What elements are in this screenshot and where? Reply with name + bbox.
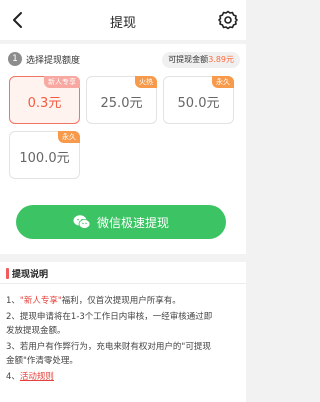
balance-amount: 3.89元 [208, 55, 234, 64]
activity-rules-link[interactable]: 活动规则 [20, 372, 54, 382]
wechat-withdraw-label: 微信极速提现 [97, 216, 170, 230]
gear-icon [218, 10, 238, 30]
wechat-withdraw-button[interactable]: 微信极速提现 [16, 205, 226, 239]
amount-option-25[interactable]: 火热 25.0元 [86, 76, 157, 124]
option-value: 50.0元 [177, 96, 220, 111]
new-user-highlight: "新人专享" [19, 296, 62, 306]
top-bar: 提现 [0, 0, 246, 40]
instruction-line-4: 4、活动规则 [6, 372, 54, 382]
instruction-line-3b: 金额"作清零处理。 [6, 356, 78, 366]
step-number-badge: 1 [8, 52, 22, 66]
option-value: 0.3元 [27, 96, 62, 111]
section-accent-bar [6, 268, 9, 279]
option-tag: 新人专享 [44, 76, 80, 88]
option-value: 25.0元 [100, 96, 143, 111]
step-row: 1 选择提现额度 可提现金额3.89元 [8, 52, 240, 68]
withdraw-instructions-panel: 提现说明 1、"新人专享"福利，仅首次提现用户所享有。 2、提现申请将在1-3个… [0, 262, 246, 402]
instruction-line-1: 1、"新人专享"福利，仅首次提现用户所享有。 [6, 296, 181, 306]
instructions-header: 提现说明 [0, 262, 246, 284]
settings-button[interactable] [216, 8, 240, 32]
amount-option-100[interactable]: 永久 100.0元 [9, 131, 80, 179]
option-tag: 火热 [135, 76, 157, 88]
instruction-line-3a: 3、若用户有作弊行为，充电来财有权对用户的"可提现 [6, 342, 211, 352]
option-tag: 永久 [58, 131, 80, 143]
available-balance: 可提现金额3.89元 [162, 52, 240, 68]
option-tag: 永久 [212, 76, 234, 88]
instructions-title: 提现说明 [12, 270, 49, 280]
page-title: 提现 [109, 16, 136, 31]
amount-option-0-3[interactable]: 新人专享 0.3元 [9, 76, 80, 124]
instruction-line-2a: 2、提现申请将在1-3个工作日内审核，一经审核通过即 [6, 312, 213, 322]
step-label: 选择提现额度 [26, 56, 81, 66]
balance-label: 可提现金额 [168, 55, 209, 64]
instruction-line-2b: 发放提现金额。 [6, 326, 66, 336]
wechat-icon [73, 215, 91, 229]
amount-option-50[interactable]: 永久 50.0元 [163, 76, 234, 124]
option-value: 100.0元 [19, 151, 70, 166]
